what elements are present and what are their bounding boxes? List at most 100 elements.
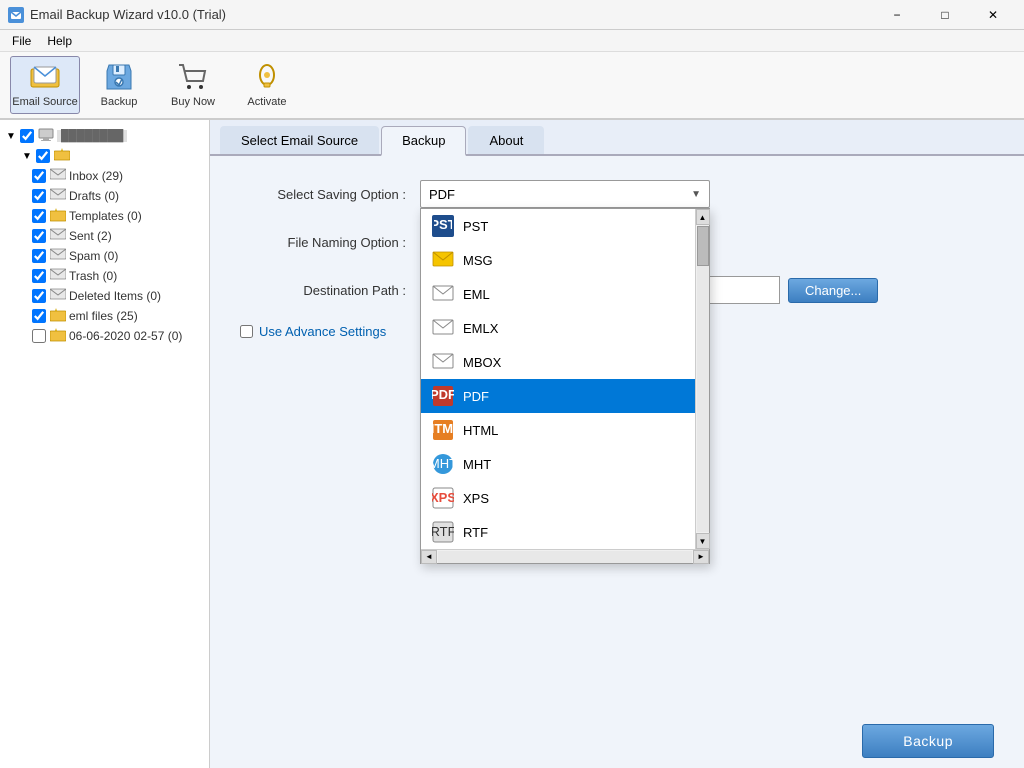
svg-text:HTML: HTML [432,421,454,436]
svg-text:XPS: XPS [432,490,454,505]
hscroll-right-btn[interactable]: ► [693,550,709,564]
form-area: Select Saving Option : PDF ▼ [210,156,1024,714]
checkbox-root[interactable] [20,129,34,143]
html-icon: HTML [431,418,455,442]
pst-icon: PST [431,214,455,238]
tab-about[interactable]: About [468,126,544,154]
close-button[interactable]: ✕ [970,0,1016,30]
toolbar-email-source[interactable]: Email Source [10,56,80,114]
checkbox-deleted[interactable] [32,289,46,303]
expand-root[interactable]: ▼ [4,129,18,143]
dropdown-arrow-icon: ▼ [691,189,701,200]
scroll-down-btn[interactable]: ▼ [696,533,710,549]
dropdown-list: PST PST [420,208,710,564]
backup-button[interactable]: Backup [862,724,994,758]
checkbox-inbox[interactable] [32,169,46,183]
dropdown-item-rtf[interactable]: RTF RTF [421,515,695,549]
saving-option-control: PDF ▼ PST [420,180,900,208]
toolbar-backup[interactable]: Backup [84,56,154,114]
inbox-label: Inbox (29) [69,169,123,183]
dropdown-item-mbox[interactable]: MBOX [421,345,695,379]
sent-label: Sent (2) [69,229,112,243]
restore-button[interactable]: □ [922,0,968,30]
checkbox-account[interactable] [36,149,50,163]
expand-account[interactable]: ▼ [20,149,34,163]
dropdown-scrollbar: ▲ ▼ [695,209,709,549]
html-label: HTML [463,423,498,438]
eml-icon [431,282,455,306]
computer-icon [38,128,54,144]
checkbox-templates[interactable] [32,209,46,223]
spam-icon [50,248,66,264]
templates-label: Templates (0) [69,209,142,223]
root-account-label: ████████ [57,130,127,142]
drafts-icon [50,188,66,204]
sidebar-item-sent[interactable]: Sent (2) [2,226,207,246]
tree-expand-account[interactable]: ▼ [2,146,207,166]
dropdown-item-eml[interactable]: EML [421,277,695,311]
backup-button-area: Backup [210,714,1024,768]
dropdown-item-emlx[interactable]: EMLX [421,311,695,345]
dropdown-item-msg[interactable]: MSG [421,243,695,277]
backup-icon [103,61,135,93]
content-area: Select Email Source Backup About Select … [210,120,1024,768]
templates-icon [50,208,66,224]
sidebar-item-eml-files[interactable]: eml files (25) [2,306,207,326]
dropdown-item-pst[interactable]: PST PST [421,209,695,243]
tab-backup[interactable]: Backup [381,126,466,156]
checkbox-drafts[interactable] [32,189,46,203]
deleted-icon [50,288,66,304]
tree-root[interactable]: ▼ ████████ [2,126,207,146]
xps-label: XPS [463,491,489,506]
sidebar-item-trash[interactable]: Trash (0) [2,266,207,286]
dropdown-item-xps[interactable]: XPS XPS [421,481,695,515]
xps-icon: XPS [431,486,455,510]
toolbar-buy-now[interactable]: Buy Now [158,56,228,114]
sidebar-item-templates[interactable]: Templates (0) [2,206,207,226]
checkbox-trash[interactable] [32,269,46,283]
app-icon [8,7,24,23]
buy-now-icon [177,61,209,93]
toolbar-activate[interactable]: Activate [232,56,302,114]
sidebar-item-deleted[interactable]: Deleted Items (0) [2,286,207,306]
email-source-icon [29,61,61,93]
mht-icon: MHT [431,452,455,476]
menu-file[interactable]: File [4,32,39,50]
hscroll-left-btn[interactable]: ◄ [421,550,437,564]
scroll-up-btn[interactable]: ▲ [696,209,710,225]
advance-settings-checkbox[interactable] [240,325,253,338]
change-destination-button[interactable]: Change... [788,278,878,303]
advance-settings-label[interactable]: Use Advance Settings [259,324,386,339]
checkbox-date-folder[interactable] [32,329,46,343]
svg-text:MHT: MHT [432,456,454,471]
checkbox-eml-files[interactable] [32,309,46,323]
sidebar-item-inbox[interactable]: Inbox (29) [2,166,207,186]
sidebar-item-drafts[interactable]: Drafts (0) [2,186,207,206]
dropdown-item-html[interactable]: HTML HTML [421,413,695,447]
sent-icon [50,228,66,244]
menu-help[interactable]: Help [39,32,80,50]
dropdown-item-pdf[interactable]: PDF PDF [421,379,695,413]
titlebar-controls: − □ ✕ [874,0,1016,30]
trash-label: Trash (0) [69,269,117,283]
hscroll-track [438,551,692,563]
checkbox-spam[interactable] [32,249,46,263]
sidebar-item-date-folder[interactable]: 06-06-2020 02-57 (0) [2,326,207,346]
main-layout: ▼ ████████ ▼ Inbox (29) [0,120,1024,768]
date-folder-icon [50,328,66,344]
toolbar-activate-label: Activate [247,96,286,109]
scroll-thumb[interactable] [697,226,709,266]
tab-select-email-source[interactable]: Select Email Source [220,126,379,154]
dropdown-item-mht[interactable]: MHT MHT [421,447,695,481]
pst-label: PST [463,219,488,234]
minimize-button[interactable]: − [874,0,920,30]
emlx-label: EMLX [463,321,498,336]
toolbar-backup-label: Backup [101,96,138,109]
dropdown-items-wrap: PST PST [421,209,695,549]
destination-label: Destination Path : [240,283,420,298]
checkbox-sent[interactable] [32,229,46,243]
saving-option-label: Select Saving Option : [240,187,420,202]
sidebar-item-spam[interactable]: Spam (0) [2,246,207,266]
saving-option-dropdown[interactable]: PDF ▼ [420,180,710,208]
dropdown-hscroll: ◄ ► [421,549,709,563]
